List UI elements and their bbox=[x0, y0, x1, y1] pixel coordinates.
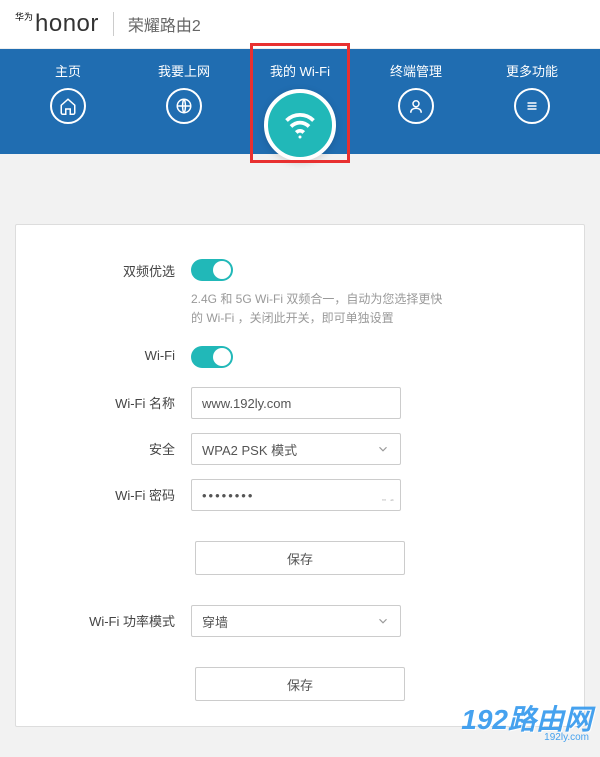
password-label: Wi-Fi 密码 bbox=[51, 479, 191, 504]
nav-label: 我的 Wi-Fi bbox=[242, 61, 358, 80]
content-area: 双频优选 2.4G 和 5G Wi-Fi 双频合一，自动为您选择更快的 Wi-F… bbox=[0, 154, 600, 757]
nav-label: 主页 bbox=[10, 61, 126, 80]
nav-internet[interactable]: 我要上网 bbox=[126, 61, 242, 129]
chevron-down-icon bbox=[376, 614, 390, 628]
product-name: 荣耀路由2 bbox=[128, 12, 201, 36]
save-row-1: 保存 bbox=[51, 541, 549, 575]
nav-label: 终端管理 bbox=[358, 61, 474, 80]
brand-prefix: 华为 bbox=[15, 10, 33, 23]
dual-band-help: 2.4G 和 5G Wi-Fi 双频合一，自动为您选择更快的 Wi-Fi ，关闭… bbox=[191, 290, 451, 328]
globe-icon bbox=[166, 88, 202, 124]
row-password: Wi-Fi 密码 bbox=[51, 479, 549, 511]
divider bbox=[113, 12, 114, 36]
password-wrap bbox=[191, 479, 401, 511]
wifi-name-input[interactable] bbox=[191, 387, 401, 419]
power-select[interactable]: 穿墙 bbox=[191, 605, 401, 637]
dual-band-label: 双频优选 bbox=[51, 255, 191, 280]
save-button-2[interactable]: 保存 bbox=[195, 667, 405, 701]
settings-card: 双频优选 2.4G 和 5G Wi-Fi 双频合一，自动为您选择更快的 Wi-F… bbox=[15, 224, 585, 727]
save-row-2: 保存 bbox=[51, 667, 549, 701]
nav: 主页 我要上网 我的 Wi-Fi 终端管理 更多功能 bbox=[0, 49, 600, 154]
nav-wifi[interactable]: 我的 Wi-Fi bbox=[242, 61, 358, 129]
user-icon bbox=[398, 88, 434, 124]
security-value: WPA2 PSK 模式 bbox=[202, 440, 297, 459]
nav-label: 我要上网 bbox=[126, 61, 242, 80]
power-label: Wi-Fi 功率模式 bbox=[51, 605, 191, 630]
security-select[interactable]: WPA2 PSK 模式 bbox=[191, 433, 401, 465]
nav-devices[interactable]: 终端管理 bbox=[358, 61, 474, 129]
save-button[interactable]: 保存 bbox=[195, 541, 405, 575]
brand-text: honor bbox=[35, 10, 99, 38]
power-value: 穿墙 bbox=[202, 612, 228, 631]
chevron-down-icon bbox=[376, 442, 390, 456]
dual-band-toggle[interactable] bbox=[191, 259, 233, 281]
nav-more[interactable]: 更多功能 bbox=[474, 61, 590, 129]
header: 华为 honor 荣耀路由2 bbox=[0, 0, 600, 49]
wifi-icon bbox=[264, 89, 336, 161]
row-security: 安全 WPA2 PSK 模式 bbox=[51, 433, 549, 465]
keyboard-icon[interactable] bbox=[382, 488, 386, 502]
nav-home[interactable]: 主页 bbox=[10, 61, 126, 129]
row-power: Wi-Fi 功率模式 穿墙 bbox=[51, 605, 549, 637]
wifi-name-label: Wi-Fi 名称 bbox=[51, 387, 191, 412]
password-input[interactable] bbox=[202, 488, 378, 503]
row-dual-band: 双频优选 2.4G 和 5G Wi-Fi 双频合一，自动为您选择更快的 Wi-F… bbox=[51, 255, 549, 328]
home-icon bbox=[50, 88, 86, 124]
security-label: 安全 bbox=[51, 433, 191, 458]
row-wifi-name: Wi-Fi 名称 bbox=[51, 387, 549, 419]
wifi-toggle[interactable] bbox=[191, 346, 233, 368]
brand-logo: 华为 honor bbox=[15, 10, 99, 38]
row-wifi-switch: Wi-Fi bbox=[51, 342, 549, 373]
menu-icon bbox=[514, 88, 550, 124]
wifi-switch-label: Wi-Fi bbox=[51, 342, 191, 363]
eye-off-icon[interactable] bbox=[390, 488, 394, 502]
nav-label: 更多功能 bbox=[474, 61, 590, 80]
